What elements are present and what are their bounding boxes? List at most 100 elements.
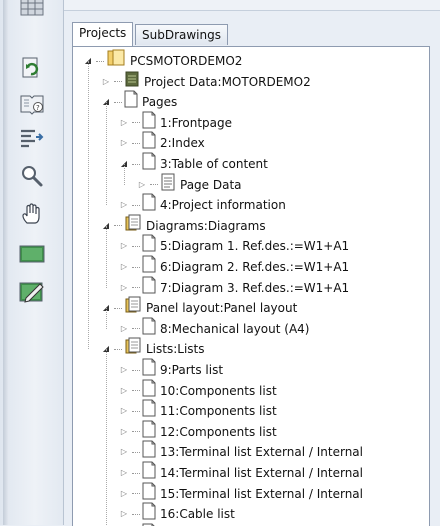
tree-guide-line [88, 61, 89, 350]
svg-text:?: ? [36, 104, 40, 112]
expand-arrow-icon[interactable]: ▷ [137, 180, 147, 190]
folder-pages-icon [124, 296, 142, 320]
tree-item-label: 8:Mechanical layout (A4) [160, 321, 310, 336]
tree-item-label: Diagrams:Diagrams [146, 218, 266, 233]
expand-arrow-icon[interactable]: ▷ [119, 386, 129, 396]
tree-connector [132, 369, 140, 371]
tree-item-label: Page Data [180, 177, 242, 192]
project-tree-panel: ◢ PCSMOTORDEMO2 ▷ Project Data:MOTORDEMO2 ◢ P… [72, 46, 430, 526]
tree-connector [132, 513, 140, 515]
tree-item[interactable]: ▷ Page Data [137, 173, 242, 197]
tree-item[interactable]: ▷ 15:Terminal list External / Internal [119, 482, 363, 504]
tab-subdrawings[interactable]: SubDrawings [135, 24, 228, 45]
expand-arrow-icon[interactable]: ▷ [119, 468, 129, 478]
toolbar-edge [3, 0, 9, 525]
tree-item-label: 4:Project information [160, 198, 286, 213]
tree-item[interactable]: ▷ 11:Components list [119, 399, 277, 421]
tree-connector [132, 472, 140, 474]
page-data-icon [160, 173, 176, 197]
tree-item[interactable]: ▷ 12:Components list [119, 420, 277, 442]
expand-arrow-icon[interactable]: ▷ [119, 118, 129, 128]
tree-item[interactable]: ◢ Lists:Lists [101, 337, 205, 361]
tree-connector [132, 493, 140, 495]
tree-item[interactable]: ◢ Diagrams:Diagrams [101, 214, 266, 236]
tree-connector [114, 81, 122, 83]
tree-item-label: 13:Terminal list External / Internal [160, 445, 363, 460]
expand-arrow-icon[interactable]: ▷ [119, 200, 129, 210]
help-book-icon[interactable]: ? [16, 88, 48, 120]
tree-item-label: Lists:Lists [146, 342, 205, 357]
tree-item[interactable]: ◢ PCSMOTORDEMO2 [83, 49, 243, 73]
tree-item[interactable]: ▷ 4:Project information [119, 193, 286, 217]
tree-item[interactable]: ◢ 3:Table of content [119, 152, 268, 174]
tree-guide-line [106, 102, 107, 206]
expand-arrow-icon[interactable]: ▷ [119, 324, 129, 334]
tree-connector [96, 60, 104, 62]
tree-item-label: Pages [142, 95, 178, 110]
tree-item-label: 1:Frontpage [160, 115, 232, 130]
tree-connector [132, 122, 140, 124]
tree-item[interactable]: ▷ 10:Components list [119, 379, 277, 401]
tree-item-label: 5:Diagram 1. Ref.des.:=W1+A1 [160, 239, 350, 254]
tree-item[interactable]: ▷ 9:Parts list [119, 358, 224, 380]
tree-item[interactable]: ▷ 6:Diagram 2. Ref.des.:=W1+A1 [119, 255, 349, 277]
tree-connector [132, 245, 140, 247]
page-icon [142, 276, 156, 300]
tree-item-label: 7:Diagram 3. Ref.des.:=W1+A1 [160, 280, 350, 295]
tree-item[interactable]: ▷ 5:Diagram 1. Ref.des.:=W1+A1 [119, 234, 350, 256]
page-icon [142, 317, 156, 341]
tab-projects[interactable]: Projects [72, 22, 134, 46]
tree-guide-line [124, 164, 125, 185]
tree-item-label: 9:Parts list [160, 363, 224, 377]
expand-arrow-icon[interactable]: ▷ [119, 427, 129, 437]
tree-item-label: PCSMOTORDEMO2 [130, 54, 243, 68]
tree-item[interactable]: ▷ Project Data:MOTORDEMO2 [101, 71, 311, 92]
tree-item-label: 14:Terminal list External / Internal [160, 466, 363, 480]
expand-arrow-icon[interactable]: ▷ [119, 365, 129, 375]
expand-arrow-icon[interactable]: ▷ [119, 283, 129, 293]
expand-arrow-icon[interactable]: ▷ [119, 241, 129, 251]
tree-item-label: 3:Table of content [160, 157, 268, 171]
tree-item-label: 16:Cable list [160, 507, 235, 522]
expand-arrow-icon[interactable]: ▷ [119, 489, 129, 499]
tree-guide-line [106, 308, 107, 329]
expand-arrow-icon[interactable]: ▷ [119, 262, 129, 272]
tree-item[interactable]: ◢ Pages [101, 90, 178, 114]
frame-icon[interactable] [16, 238, 48, 270]
tree-connector [132, 163, 140, 165]
tree-connector [132, 287, 140, 289]
pan-hand-icon[interactable] [16, 198, 48, 230]
tree-connector [132, 204, 140, 206]
tree-connector [114, 348, 122, 350]
expand-arrow-icon[interactable]: ▷ [119, 138, 129, 148]
tree-connector [114, 101, 122, 103]
tree-item[interactable]: ▷ 2:Index [119, 131, 205, 153]
project-root-icon [106, 49, 126, 73]
tree-item-label: 10:Components list [160, 383, 277, 398]
top-strip [64, 0, 440, 11]
expand-arrow-icon[interactable]: ▷ [119, 406, 129, 416]
tree-connector [114, 225, 122, 227]
zoom-icon[interactable] [16, 160, 48, 192]
expand-arrow-icon[interactable]: ▷ [119, 447, 129, 457]
expand-arrow-icon[interactable]: ▷ [119, 509, 129, 519]
tree-item[interactable]: ▷ 8:Mechanical layout (A4) [119, 317, 310, 341]
tree-item[interactable]: ▷ 14:Terminal list External / Internal [119, 461, 363, 483]
tree-item-label: 15:Terminal list External / Internal [160, 486, 363, 501]
expand-arrow-icon[interactable]: ▷ [101, 77, 111, 87]
rotate-icon[interactable] [16, 52, 48, 84]
tree-item[interactable]: ▷ 1:Frontpage [119, 111, 232, 133]
tree-item-label: 2:Index [160, 136, 205, 151]
align-icon[interactable] [16, 122, 48, 154]
tree-item-label: 12:Components list [160, 424, 277, 439]
tree-item[interactable]: ▷ 16:Cable list [119, 502, 235, 524]
page-icon [142, 193, 156, 217]
folder-pages-icon [124, 337, 142, 361]
tree-item[interactable]: ◢ Panel layout:Panel layout [101, 296, 297, 320]
grid-icon[interactable] [16, 0, 48, 22]
tree-item[interactable]: ▷ 7:Diagram 3. Ref.des.:=W1+A1 [119, 276, 350, 300]
tree-connector [132, 142, 140, 144]
edit-page-icon[interactable] [16, 276, 48, 308]
page-icon [124, 90, 138, 114]
tree-item[interactable]: ▷ 13:Terminal list External / Internal [119, 440, 363, 462]
